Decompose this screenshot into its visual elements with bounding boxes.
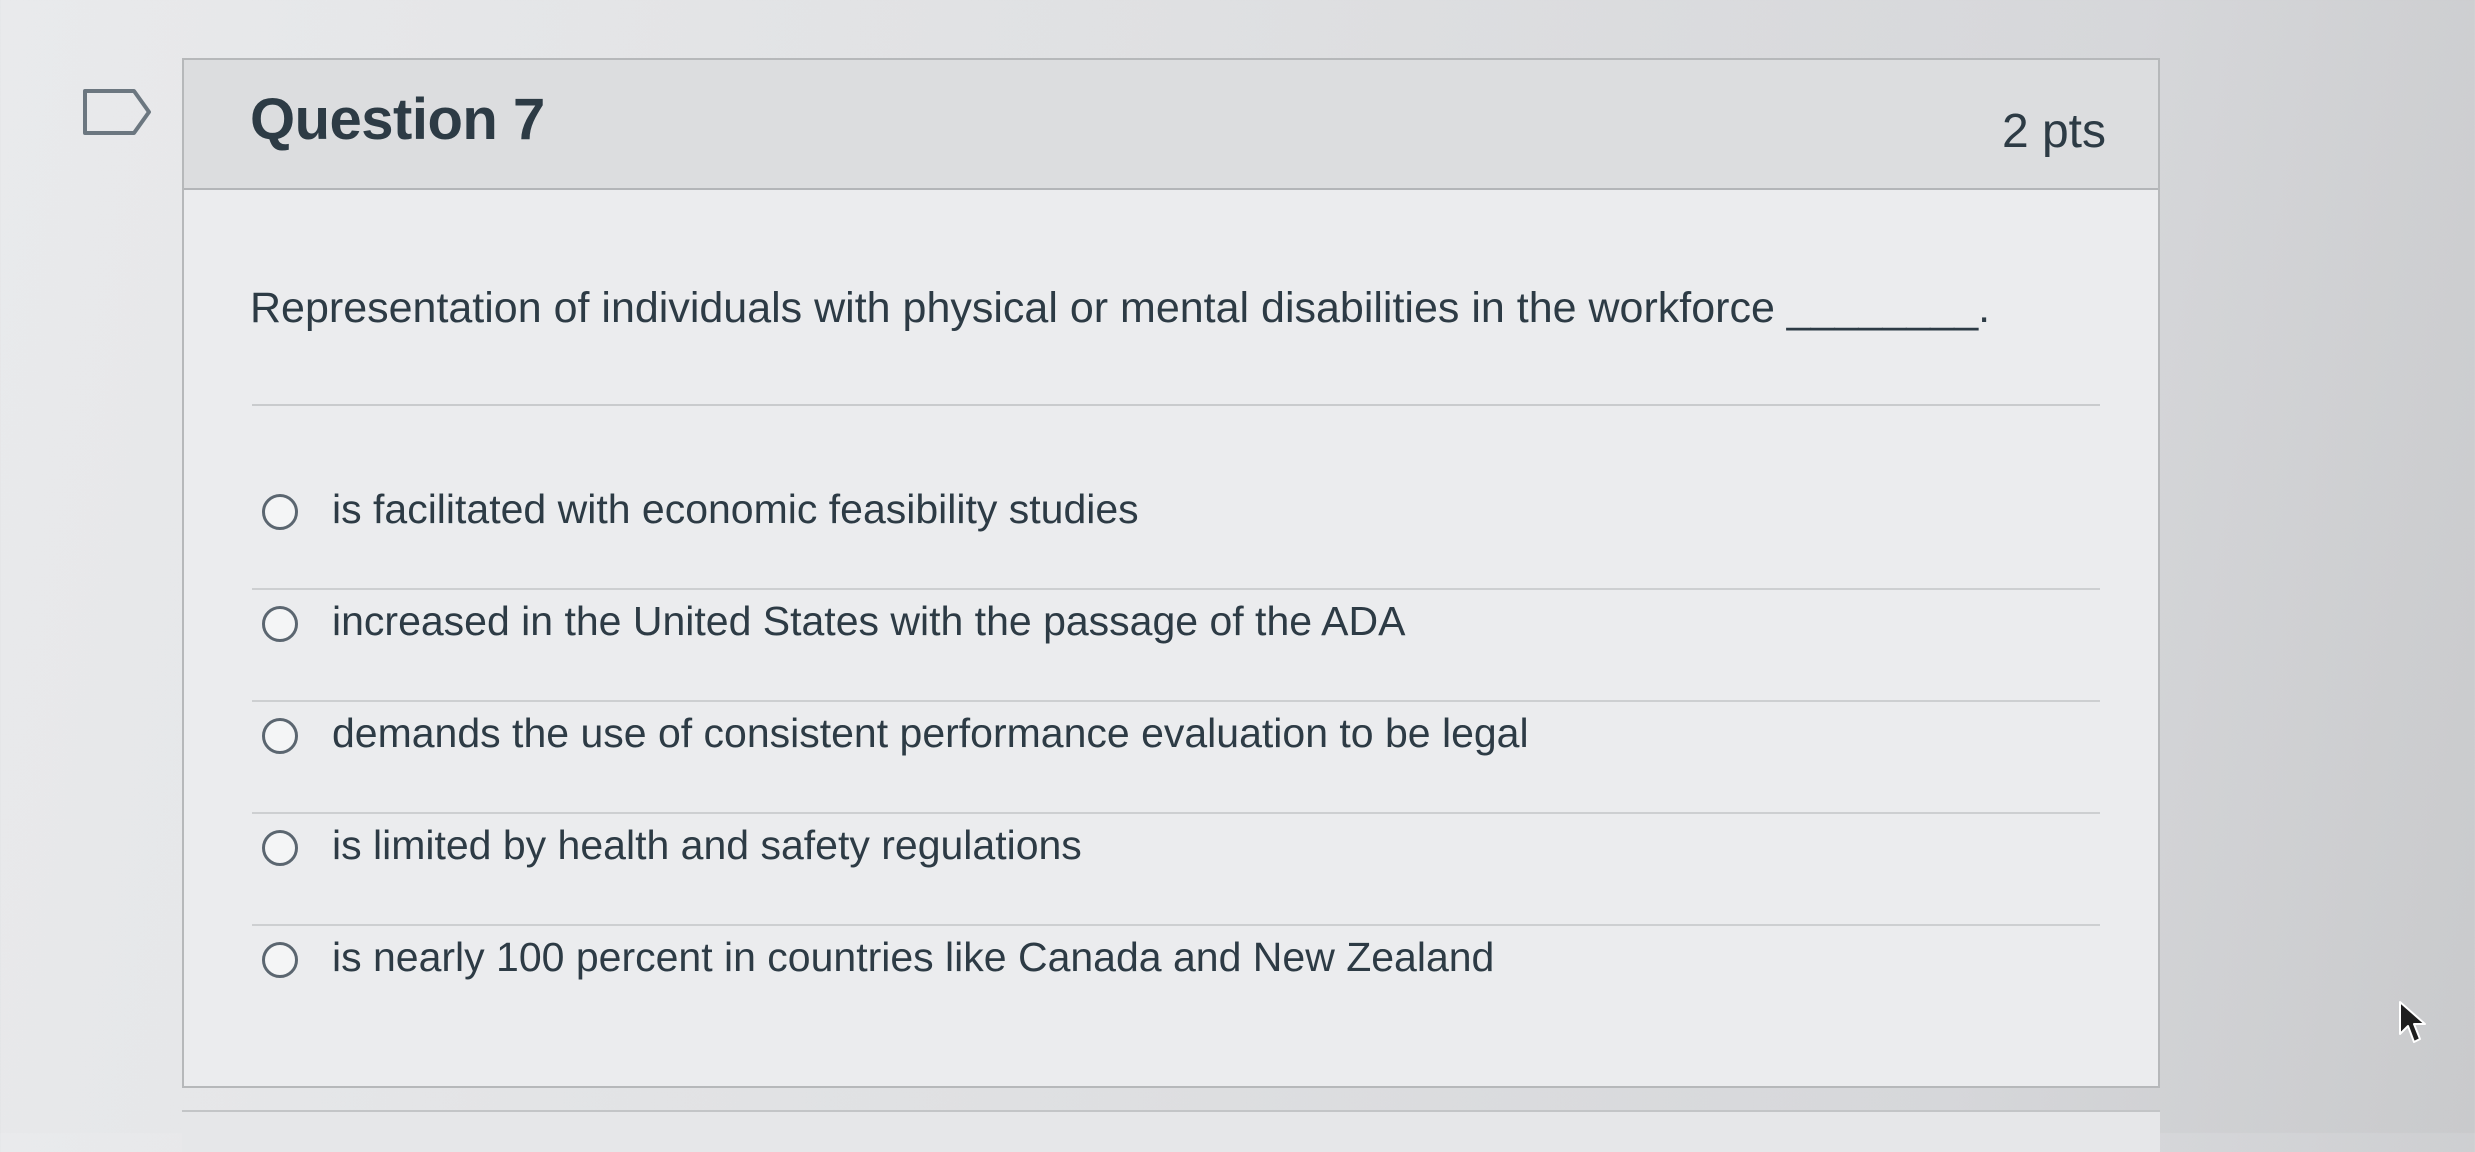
radio-button[interactable] [262, 718, 298, 754]
mouse-pointer-icon [2398, 1000, 2428, 1046]
answer-option[interactable]: is facilitated with economic feasibility… [252, 478, 2100, 590]
radio-button[interactable] [262, 830, 298, 866]
answer-list: is facilitated with economic feasibility… [252, 478, 2100, 1038]
answer-label[interactable]: is limited by health and safety regulati… [332, 822, 1082, 869]
answer-option[interactable]: demands the use of consistent performanc… [252, 702, 2100, 814]
question-points: 2 pts [2001, 105, 2106, 158]
answer-option[interactable]: is nearly 100 percent in countries like … [252, 926, 2100, 1038]
radio-button[interactable] [262, 494, 298, 530]
next-question-card-edge [182, 1110, 2160, 1152]
question-title: Question 7 [250, 87, 545, 152]
question-header: Question 7 2 pts [184, 60, 2158, 190]
question-divider [252, 404, 2100, 406]
answer-label[interactable]: increased in the United States with the … [332, 598, 1406, 645]
answer-label[interactable]: is nearly 100 percent in countries like … [332, 934, 1494, 981]
question-card: Question 7 2 pts Representation of indiv… [182, 58, 2160, 1088]
answer-option[interactable]: is limited by health and safety regulati… [252, 814, 2100, 926]
answer-label[interactable]: is facilitated with economic feasibility… [332, 486, 1139, 533]
question-text: Representation of individuals with physi… [250, 284, 1991, 332]
answer-label[interactable]: demands the use of consistent performanc… [332, 710, 1529, 757]
radio-button[interactable] [262, 942, 298, 978]
flag-question-icon[interactable] [82, 88, 152, 136]
answer-option[interactable]: increased in the United States with the … [252, 590, 2100, 702]
radio-button[interactable] [262, 606, 298, 642]
